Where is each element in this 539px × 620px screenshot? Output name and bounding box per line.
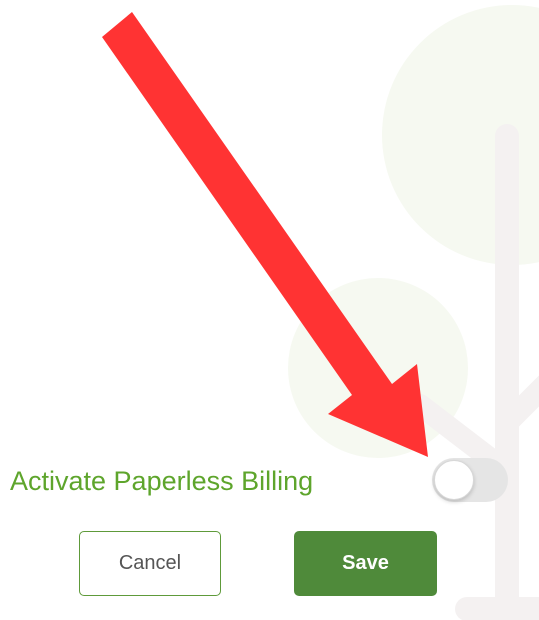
paperless-billing-screen: Activate Paperless Billing Cancel Save <box>0 0 539 620</box>
toggle-knob <box>434 460 474 500</box>
cancel-button-label: Cancel <box>118 552 182 574</box>
tree-illustration <box>288 5 539 620</box>
paperless-billing-toggle[interactable] <box>432 458 508 502</box>
cancel-button[interactable]: Cancel <box>79 531 221 596</box>
save-button[interactable]: Save <box>294 531 437 596</box>
paperless-billing-label: Activate Paperless Billing <box>10 466 314 496</box>
save-button-label: Save <box>342 552 389 574</box>
